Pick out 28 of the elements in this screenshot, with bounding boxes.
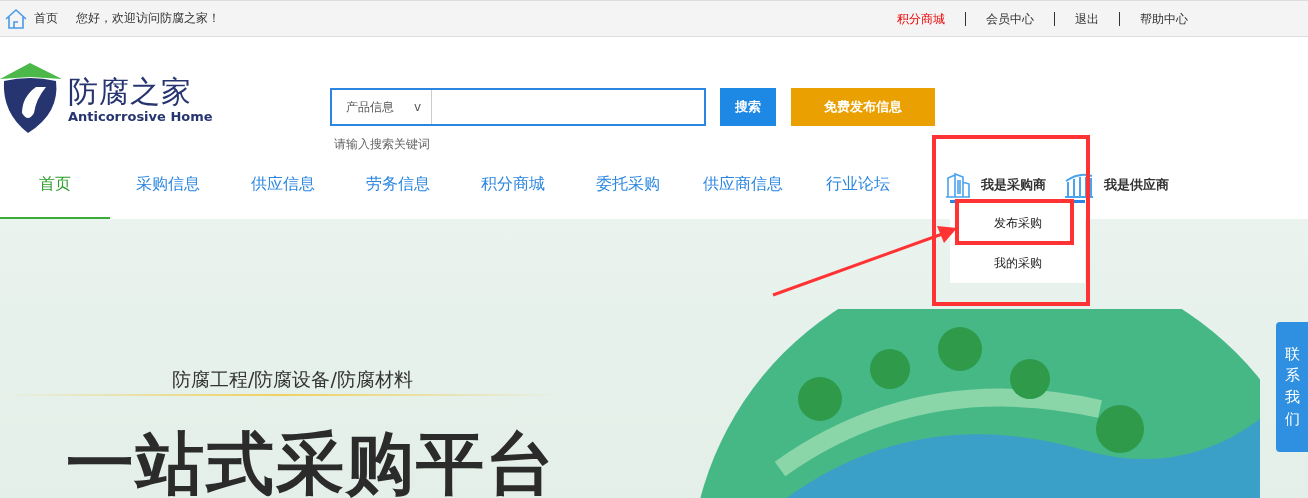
columns-icon bbox=[1064, 172, 1094, 198]
home-icon bbox=[4, 7, 28, 30]
search-field[interactable]: 产品信息 v bbox=[330, 88, 706, 126]
search-button[interactable]: 搜索 bbox=[720, 88, 776, 126]
nav-tab[interactable]: 采购信息 bbox=[110, 151, 225, 219]
top-link[interactable]: 积分商城 bbox=[877, 11, 965, 26]
top-link[interactable]: 帮助中心 bbox=[1119, 11, 1208, 26]
hero-tagline: 防腐工程/防腐设备/防腐材料 bbox=[172, 367, 413, 392]
nav-tab[interactable]: 劳务信息 bbox=[340, 151, 455, 219]
search-hint: 请输入搜索关键词 bbox=[334, 136, 431, 153]
dropdown-item[interactable]: 我的采购 bbox=[950, 243, 1085, 283]
nav-tab[interactable]: 供应商信息 bbox=[685, 151, 800, 219]
caret-icon: v bbox=[413, 100, 421, 114]
logo-subtitle: Anticorrosive Home bbox=[68, 108, 213, 124]
greeting-text: 您好，欢迎访问防腐之家！ bbox=[76, 10, 220, 27]
nav-tab[interactable]: 委托采购 bbox=[570, 151, 685, 219]
building-icon bbox=[945, 172, 971, 198]
top-link[interactable]: 退出 bbox=[1054, 11, 1119, 26]
publish-button[interactable]: 免费发布信息 bbox=[791, 88, 935, 126]
hero-title: 一站式采购平台 bbox=[66, 423, 556, 498]
contact-tab[interactable]: 联系我们 bbox=[1276, 322, 1308, 452]
logo-name: 防腐之家 bbox=[68, 74, 193, 109]
top-link[interactable]: 会员中心 bbox=[965, 11, 1054, 26]
nav-tab[interactable]: 供应信息 bbox=[225, 151, 340, 219]
home-link[interactable]: 首页 bbox=[34, 10, 58, 27]
category-select[interactable]: 产品信息 bbox=[346, 98, 394, 116]
nav-tab[interactable]: 行业论坛 bbox=[800, 151, 915, 219]
nav-tab[interactable]: 积分商城 bbox=[455, 151, 570, 219]
